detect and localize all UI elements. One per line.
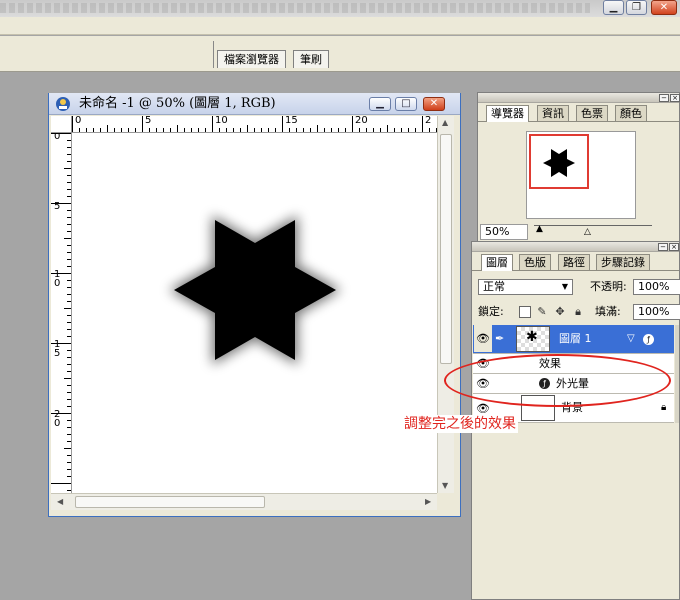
close-icon: ✕	[429, 98, 439, 109]
navigator-palette: − × 導覽器 資訊 色票 顏色 50% ▲ △	[477, 92, 680, 242]
lock-all-icon[interactable]: 🔒︎	[572, 306, 584, 318]
document-window: 未命名 -1 @ 50% (圖層 1, RGB) ▁ □ ✕ 0 5 10 15…	[48, 93, 461, 517]
palette-well-divider	[213, 41, 214, 68]
lock-paint-icon[interactable]: ✎	[536, 306, 548, 318]
tab-history[interactable]: 步驟記錄	[596, 254, 650, 270]
ruler-origin[interactable]	[51, 116, 72, 133]
annotation-text: 調整完之後的效果	[402, 415, 518, 433]
lock-move-icon[interactable]: ✥	[554, 306, 566, 318]
tab-swatches[interactable]: 色票	[576, 105, 608, 121]
tab-paths[interactable]: 路徑	[558, 254, 590, 270]
ruler-h-label: 5	[145, 116, 152, 126]
ruler-h-label: 20	[355, 116, 368, 126]
app-maximize-button[interactable]: ❐	[626, 0, 647, 15]
layer-row-layer1[interactable]: 👁︎ ✒ ✱ 圖層 1 ▽ ƒ	[473, 325, 674, 354]
ruler-h-ticks	[72, 116, 437, 132]
scroll-left-icon[interactable]: ◀	[57, 497, 63, 506]
chevron-down-icon[interactable]: ▽	[627, 332, 635, 346]
ruler-h-label: 10	[215, 116, 228, 126]
tab-navigator[interactable]: 導覽器	[486, 105, 529, 122]
app-title-blurred	[0, 3, 590, 13]
fill-field[interactable]: 100%	[633, 304, 680, 320]
ruler-v-label: 1 5	[54, 339, 61, 359]
ruler-v-ticks	[51, 133, 71, 498]
eye-icon[interactable]: 👁︎	[474, 402, 492, 415]
vertical-scroll-thumb[interactable]	[440, 134, 452, 364]
app-title-bar: ▁ ❐ ✕	[0, 0, 680, 17]
scroll-down-icon[interactable]: ▼	[442, 481, 448, 490]
lock-transparency-icon[interactable]	[519, 306, 531, 318]
doc-maximize-button[interactable]: □	[395, 97, 417, 111]
ruler-h-label: 2	[425, 116, 432, 126]
opacity-field[interactable]: 100%	[633, 279, 680, 295]
navigator-zoom-field[interactable]: 50%	[480, 224, 528, 240]
app-close-button[interactable]: ✕	[651, 0, 677, 15]
opacity-label: 不透明:	[590, 280, 627, 293]
document-title-bar[interactable]: 未命名 -1 @ 50% (圖層 1, RGB) ▁ □ ✕	[49, 93, 460, 115]
minimize-icon: ▁	[376, 98, 384, 109]
navigator-preview[interactable]	[526, 131, 636, 219]
ruler-v-label: 0	[54, 133, 61, 142]
ruler-h-label: 15	[285, 116, 298, 126]
tab-channels[interactable]: 色版	[519, 254, 551, 270]
tab-color[interactable]: 顏色	[615, 105, 647, 121]
minimize-icon: ▁	[609, 2, 618, 13]
ruler-v-label: 2 0	[54, 409, 61, 429]
menu-bar	[0, 17, 680, 35]
palette-minimize-icon[interactable]: −	[658, 243, 668, 251]
lock-icon: 🔒︎	[661, 402, 667, 413]
layer-thumbnail: ✱	[516, 326, 550, 352]
maximize-icon: □	[401, 98, 411, 109]
options-bar	[0, 36, 680, 72]
document-canvas[interactable]	[72, 133, 438, 493]
star-thumb-icon: ✱	[526, 329, 538, 345]
well-tab-brushes[interactable]: 筆刷	[293, 50, 329, 68]
app-minimize-button[interactable]: ▁	[603, 0, 624, 15]
fill-label: 填滿:	[595, 305, 621, 318]
blend-mode-value: 正常	[483, 280, 505, 293]
zoom-out-icon[interactable]: ▲	[536, 222, 543, 236]
horizontal-scrollbar[interactable]: ◀ ▶	[51, 493, 437, 510]
scroll-right-icon[interactable]: ▶	[425, 497, 431, 506]
palette-close-icon[interactable]: ×	[670, 94, 680, 102]
ruler-v-label: 5	[54, 201, 61, 212]
palette-close-icon[interactable]: ×	[669, 243, 679, 251]
horizontal-ruler[interactable]: 0 5 10 15 20 2	[72, 116, 437, 133]
doc-minimize-button[interactable]: ▁	[369, 97, 391, 111]
scroll-up-icon[interactable]: ▲	[442, 118, 448, 127]
palette-title-bar[interactable]: − ×	[478, 93, 680, 103]
fill-value: 100%	[638, 305, 670, 318]
ruler-v-label: 1 0	[54, 269, 61, 289]
photoshop-doc-icon	[56, 97, 70, 111]
vertical-ruler[interactable]: 0 5 1 0 1 5 2 0	[51, 133, 72, 498]
chevron-down-icon: ▼	[561, 282, 568, 291]
annotation-highlight	[444, 354, 671, 407]
brush-icon: ✒	[495, 332, 505, 345]
well-tab-file-browser[interactable]: 檔案瀏覽器	[217, 50, 286, 68]
opacity-value: 100%	[638, 280, 670, 293]
ruler-h-label: 0	[75, 116, 82, 126]
tab-info[interactable]: 資訊	[537, 105, 569, 121]
lock-label: 鎖定:	[478, 305, 504, 318]
restore-icon: ❐	[632, 2, 641, 13]
zoom-slider[interactable]: ▲ △	[534, 222, 652, 239]
horizontal-scroll-thumb[interactable]	[75, 496, 265, 508]
document-title: 未命名 -1 @ 50% (圖層 1, RGB)	[79, 96, 276, 111]
tab-layers[interactable]: 圖層	[481, 254, 513, 271]
blend-mode-select[interactable]: 正常 ▼	[478, 279, 573, 295]
navigator-thumbnail	[543, 149, 575, 177]
star-with-outer-glow	[169, 215, 341, 365]
layers-scrollbar[interactable]	[675, 325, 679, 423]
zoom-slider-thumb[interactable]: △	[584, 225, 591, 239]
close-icon: ✕	[659, 2, 669, 13]
palette-minimize-icon[interactable]: −	[659, 94, 669, 102]
vertical-scrollbar[interactable]: ▲ ▼	[437, 116, 454, 493]
eye-icon[interactable]: 👁︎	[474, 325, 492, 352]
palette-title-bar[interactable]: − ×	[472, 242, 679, 252]
layer-name: 圖層 1	[559, 332, 592, 345]
doc-close-button[interactable]: ✕	[423, 97, 445, 111]
effect-icon: ƒ	[643, 334, 654, 345]
